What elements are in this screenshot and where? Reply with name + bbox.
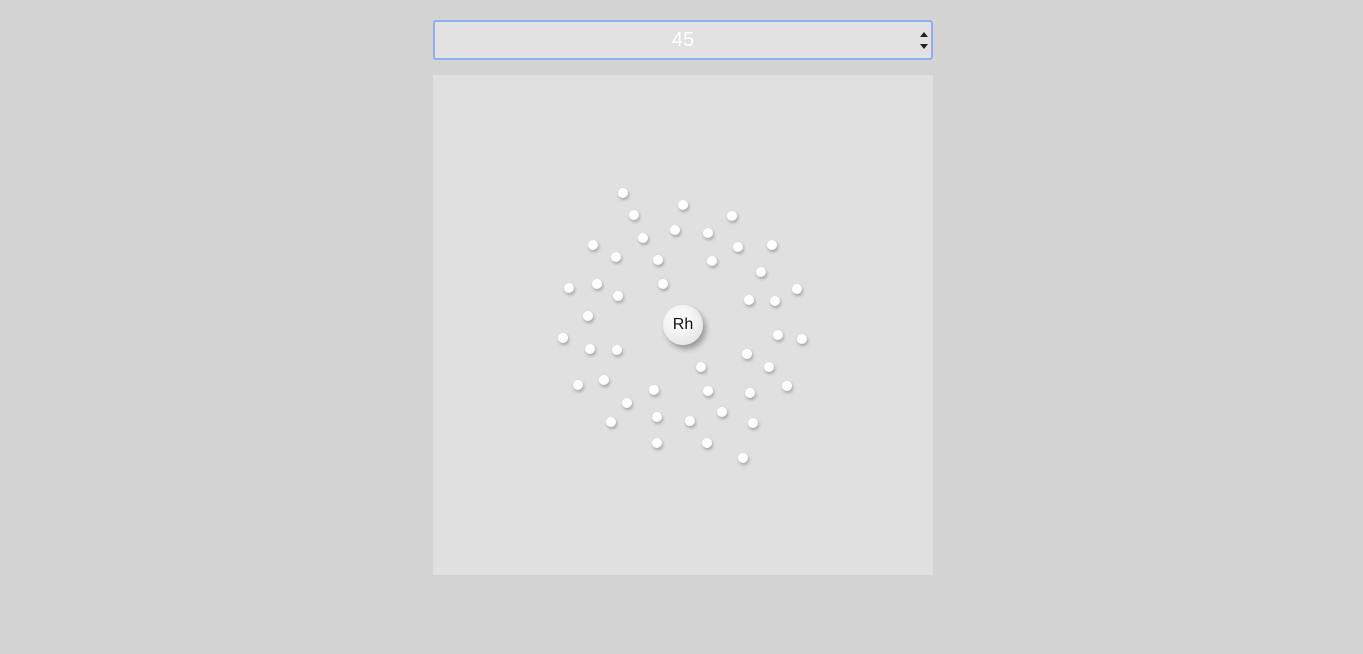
electron — [599, 375, 609, 385]
electron — [649, 385, 659, 395]
atomic-number-spinner[interactable] — [433, 20, 933, 60]
electron — [797, 334, 807, 344]
electron — [733, 242, 743, 252]
electron — [629, 210, 639, 220]
electron — [606, 417, 616, 427]
electron — [622, 398, 632, 408]
electron — [653, 255, 663, 265]
element-symbol: Rh — [672, 316, 694, 333]
electron — [756, 267, 766, 277]
electron — [652, 412, 662, 422]
electron — [748, 418, 758, 428]
electron — [782, 381, 792, 391]
electron — [764, 362, 774, 372]
electron — [670, 225, 680, 235]
atomic-number-input[interactable] — [435, 22, 931, 58]
atom-stage: Rh — [433, 75, 933, 575]
electron — [611, 252, 621, 262]
electron — [742, 349, 752, 359]
electron — [583, 311, 593, 321]
nucleus: Rh — [663, 305, 703, 345]
electron — [745, 388, 755, 398]
electron — [564, 283, 574, 293]
electron — [585, 344, 595, 354]
spinner-down-arrow-icon[interactable] — [920, 44, 928, 49]
electron — [773, 330, 783, 340]
electron — [638, 233, 648, 243]
electron — [618, 188, 628, 198]
electron — [613, 291, 623, 301]
electron — [558, 333, 568, 343]
electron — [702, 438, 712, 448]
electron — [685, 416, 695, 426]
electron — [703, 228, 713, 238]
electron — [703, 386, 713, 396]
spinner-arrows[interactable] — [919, 30, 929, 52]
electron — [612, 345, 622, 355]
electron — [770, 296, 780, 306]
electron — [592, 279, 602, 289]
electron — [658, 279, 668, 289]
electron — [738, 453, 748, 463]
spinner-up-arrow-icon[interactable] — [920, 32, 928, 37]
electron — [792, 284, 802, 294]
electron — [573, 380, 583, 390]
electron — [652, 438, 662, 448]
electron — [767, 240, 777, 250]
electron — [744, 295, 754, 305]
electron — [727, 211, 737, 221]
electron — [588, 240, 598, 250]
electron — [678, 200, 688, 210]
electron — [717, 407, 727, 417]
electron — [696, 362, 706, 372]
electron — [707, 256, 717, 266]
